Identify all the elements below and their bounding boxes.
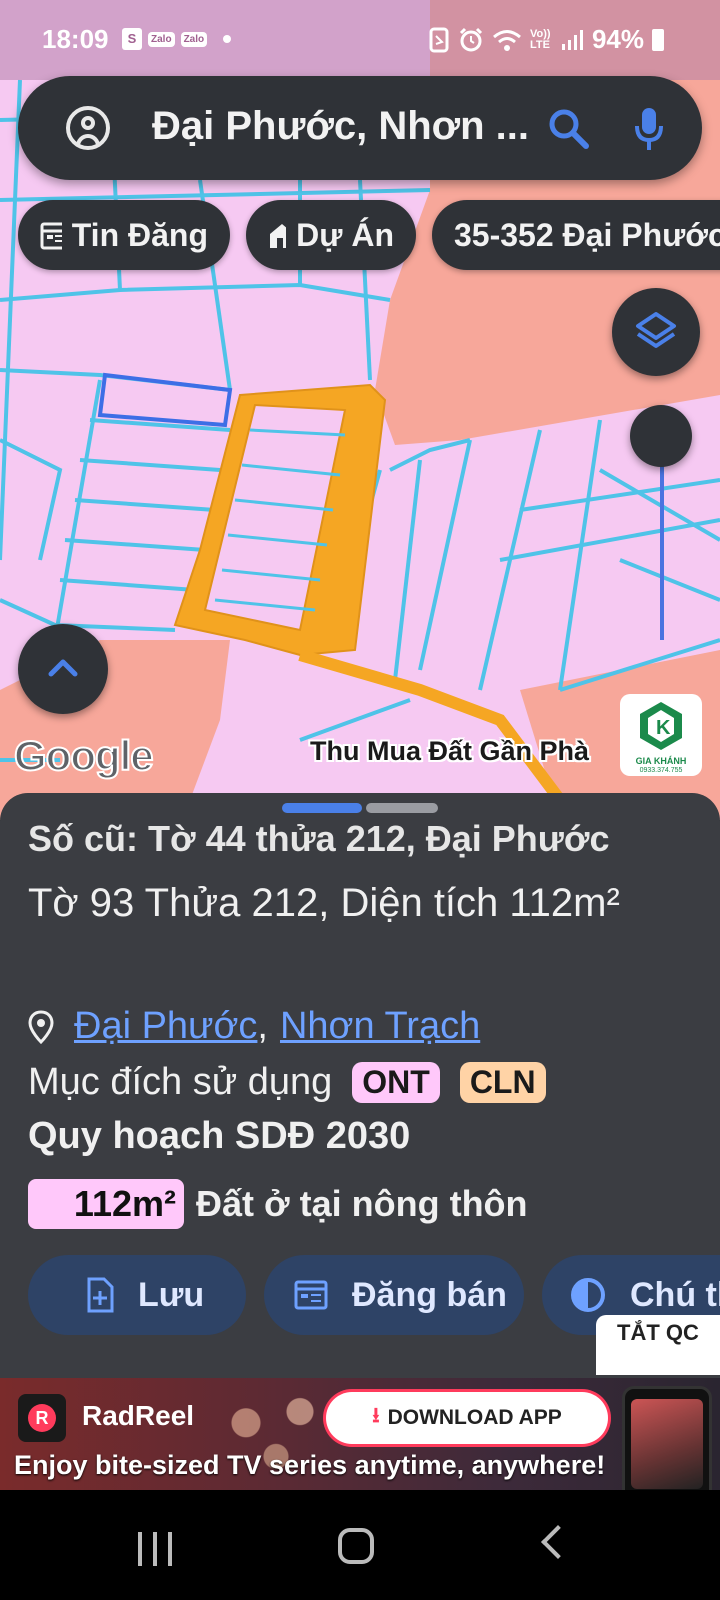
microphone-icon[interactable] bbox=[634, 106, 664, 152]
chevron-up-icon bbox=[48, 659, 78, 677]
google-attribution: Google bbox=[13, 731, 155, 780]
district-link[interactable]: Nhơn Trạch bbox=[280, 1005, 480, 1048]
zalo-icon: Zalo bbox=[180, 31, 208, 47]
plan-title: Quy hoạch SDĐ 2030 bbox=[28, 1115, 411, 1157]
ward-link[interactable]: Đại Phước bbox=[74, 1005, 257, 1048]
ad-download-label: DOWNLOAD APP bbox=[387, 1406, 562, 1429]
location-pin-icon bbox=[28, 1009, 54, 1044]
post-sale-button-label: Đăng bán bbox=[352, 1275, 507, 1314]
ad-download-button[interactable]: ⭳ DOWNLOAD APP bbox=[326, 1392, 608, 1444]
ad-phone-image bbox=[622, 1386, 712, 1490]
search-bar[interactable]: Đại Phước, Nhơn ... bbox=[18, 76, 702, 180]
old-plot-number: Số cũ: Tờ 44 thửa 212, Đại Phước bbox=[28, 818, 610, 859]
area-description: Đất ở tại nông thôn bbox=[196, 1183, 528, 1224]
ad-tagline: Enjoy bite-sized TV series anytime, anyw… bbox=[14, 1450, 606, 1480]
search-input[interactable]: Đại Phước, Nhơn ... bbox=[152, 104, 542, 149]
download-icon: ⭳ bbox=[372, 1403, 380, 1427]
zoom-slider-handle[interactable] bbox=[630, 405, 692, 467]
file-add-icon bbox=[87, 1277, 114, 1313]
save-button-label: Lưu bbox=[138, 1275, 205, 1314]
calendar-icon bbox=[40, 222, 62, 250]
sheet-handle-secondary[interactable] bbox=[366, 803, 438, 813]
plot-info-sheet[interactable]: Số cũ: Tờ 44 thửa 212, Đại Phước Tờ 93 T… bbox=[0, 793, 720, 1378]
layers-button[interactable] bbox=[612, 288, 700, 376]
signal-icon bbox=[561, 29, 583, 50]
chip-label: 35-352 Đại Phước bbox=[454, 216, 720, 253]
gia-khanh-logo-phone: 0933.374.755 bbox=[639, 767, 683, 774]
usage-row: Mục đích sử dụng ONT CLN bbox=[28, 1061, 546, 1104]
building-icon bbox=[270, 224, 287, 248]
battery-percent: 94% bbox=[591, 24, 644, 54]
volte-icon: Vo)) LTE bbox=[529, 27, 551, 51]
account-icon[interactable] bbox=[66, 106, 110, 150]
post-sale-button[interactable]: Đăng bán bbox=[264, 1255, 524, 1335]
notification-icons: S Zalo Zalo bbox=[122, 28, 232, 50]
back-button[interactable] bbox=[541, 1525, 575, 1559]
nfc-icon bbox=[429, 27, 449, 52]
zalo-icon: Zalo bbox=[148, 31, 175, 47]
chip-tin-dang[interactable]: Tin Đăng bbox=[18, 200, 230, 270]
usage-tag-ont[interactable]: ONT bbox=[352, 1062, 440, 1103]
close-ad-button[interactable]: TẮT QC bbox=[596, 1315, 720, 1375]
contrast-icon bbox=[571, 1278, 605, 1312]
location-separator: , bbox=[257, 1005, 268, 1047]
gia-khanh-logo[interactable]: K GIA KHÁNH 0933.374.755 bbox=[620, 694, 702, 776]
chip-du-an[interactable]: Dự Án bbox=[246, 200, 416, 270]
chip-label: Dự Án bbox=[296, 216, 394, 253]
legend-button-label: Chú thích bbox=[630, 1275, 720, 1314]
sheet-handle[interactable] bbox=[282, 803, 362, 813]
alarm-icon bbox=[459, 27, 483, 51]
usage-label: Mục đích sử dụng bbox=[28, 1061, 333, 1103]
shopee-icon: S bbox=[122, 28, 142, 50]
wifi-icon bbox=[492, 29, 521, 51]
expand-sheet-button[interactable] bbox=[18, 624, 108, 714]
plot-title: Tờ 93 Thửa 212, Diện tích 112m² bbox=[28, 881, 620, 925]
home-button[interactable] bbox=[338, 1528, 374, 1564]
ad-banner[interactable]: R RadReel ⭳ DOWNLOAD APP Enjoy bite-size… bbox=[0, 1378, 720, 1490]
gia-khanh-logo-text: GIA KHÁNH bbox=[635, 756, 687, 766]
status-bar: 18:09 S Zalo Zalo Vo)) LTE 94% bbox=[0, 0, 720, 80]
recents-button[interactable] bbox=[138, 1532, 172, 1566]
location-row: Đại Phước , Nhơn Trạch bbox=[28, 1005, 480, 1048]
map-place-label[interactable]: Thu Mua Đất Gần Phà bbox=[310, 736, 589, 767]
chip-label: Tin Đăng bbox=[71, 216, 208, 253]
layers-icon bbox=[636, 312, 676, 348]
search-icon[interactable] bbox=[546, 106, 590, 150]
radreel-logo: R bbox=[18, 1394, 66, 1442]
save-button[interactable]: Lưu bbox=[28, 1255, 246, 1335]
svg-text:K: K bbox=[656, 717, 671, 739]
area-row: 112m² Đất ở tại nông thôn bbox=[28, 1179, 528, 1229]
status-time: 18:09 bbox=[42, 24, 109, 54]
listing-icon bbox=[294, 1280, 328, 1310]
ad-brand: RadReel bbox=[82, 1400, 195, 1431]
navigation-bar bbox=[0, 1490, 720, 1600]
battery-icon bbox=[652, 28, 664, 51]
system-icons: Vo)) LTE 94% bbox=[428, 24, 664, 55]
chip-address[interactable]: 35-352 Đại Phước bbox=[432, 200, 720, 270]
area-badge: 112m² bbox=[28, 1179, 184, 1229]
usage-tag-cln[interactable]: CLN bbox=[459, 1062, 546, 1103]
gia-khanh-logo-mark: K bbox=[640, 702, 682, 750]
dot-icon bbox=[223, 35, 232, 43]
